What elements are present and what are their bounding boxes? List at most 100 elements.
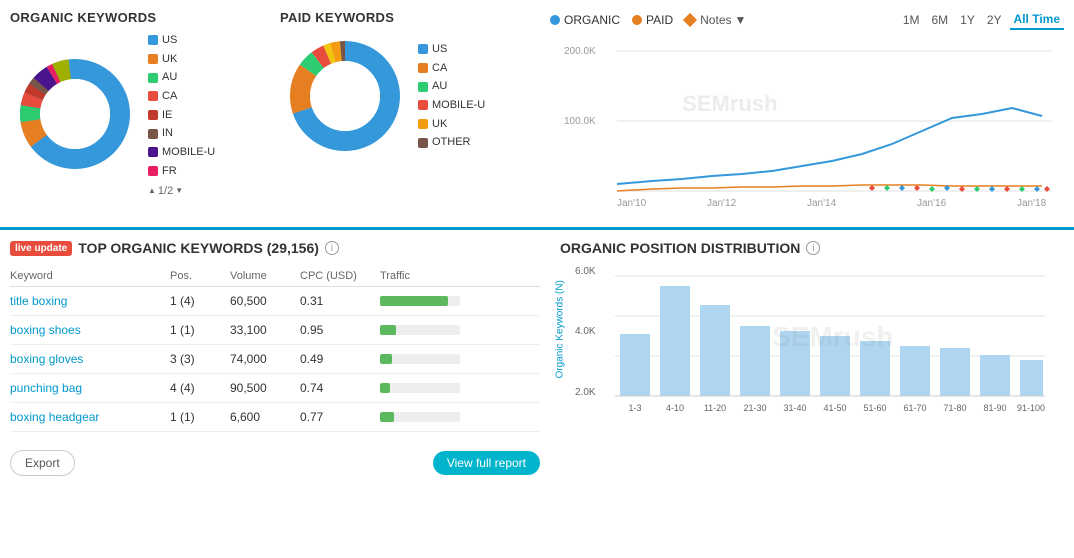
time-btn-1m[interactable]: 1M <box>899 10 924 30</box>
legend-item-in: IN <box>148 124 215 143</box>
legend-label-mobile: MOBILE-U <box>162 143 215 162</box>
svg-text:200.0K: 200.0K <box>564 46 596 57</box>
time-btn-2y[interactable]: 2Y <box>983 10 1006 30</box>
table-row: boxing headgear1 (1)6,6000.77 <box>10 403 540 432</box>
bar-4-10 <box>660 286 690 396</box>
bar-61-70 <box>900 346 930 396</box>
organic-legend-item: ORGANIC <box>550 13 620 27</box>
table-row: punching bag4 (4)90,5000.74 <box>10 374 540 403</box>
paid-legend-item-mobile: MOBILE-U <box>418 96 485 115</box>
keyword-cell: boxing gloves <box>10 345 170 374</box>
bar-chart-area: 6.0K 4.0K 2.0K SEMrush 1-3 <box>615 266 1064 449</box>
col-volume: Volume <box>230 266 300 287</box>
legend-label-us: US <box>162 31 177 50</box>
svg-text:91-100: 91-100 <box>1017 403 1045 413</box>
keywords-table: Keyword Pos. Volume CPC (USD) Traffic ti… <box>10 266 540 432</box>
paid-legend-dot-mobile <box>418 100 428 110</box>
legend-dot-in <box>148 129 158 139</box>
svg-text:Jan'18: Jan'18 <box>1017 198 1047 209</box>
notes-chevron-icon: ▼ <box>735 13 747 27</box>
traffic-bar <box>380 412 394 422</box>
position-dist-panel: ORGANIC POSITION DISTRIBUTION i Organic … <box>560 240 1064 548</box>
keywords-info-icon[interactable]: i <box>325 241 339 255</box>
legend-item-mobile: MOBILE-U <box>148 143 215 162</box>
time-btn-1y[interactable]: 1Y <box>956 10 979 30</box>
organic-donut-container: US UK AU CA <box>10 31 270 197</box>
traffic-cell <box>380 374 540 403</box>
paid-keywords-title: PAID KEYWORDS <box>280 10 540 25</box>
paid-circle <box>632 15 642 25</box>
legend-dot-mobile <box>148 147 158 157</box>
paid-legend-dot-us <box>418 44 428 54</box>
volume-cell: 33,100 <box>230 316 300 345</box>
svg-text:Jan'10: Jan'10 <box>617 198 647 209</box>
live-update-badge: live update <box>10 241 72 256</box>
legend-item-fr: FR <box>148 162 215 181</box>
keyword-cell: boxing headgear <box>10 403 170 432</box>
legend-dot-au <box>148 73 158 83</box>
col-cpc: CPC (USD) <box>300 266 380 287</box>
keywords-section-header: live update TOP ORGANIC KEYWORDS (29,156… <box>10 240 540 256</box>
table-row: title boxing1 (4)60,5000.31 <box>10 287 540 316</box>
paid-legend-dot-au <box>418 82 428 92</box>
organic-legend-label: ORGANIC <box>564 13 620 27</box>
pagination-triangle-up: ▲ <box>148 186 156 195</box>
table-row: boxing gloves3 (3)74,0000.49 <box>10 345 540 374</box>
cpc-cell: 0.77 <box>300 403 380 432</box>
paid-legend-dot-uk <box>418 119 428 129</box>
position-dist-info-icon[interactable]: i <box>806 241 820 255</box>
pagination-triangle-down: ▼ <box>175 186 183 195</box>
paid-legend-item-other: OTHER <box>418 133 485 152</box>
legend-item-uk: UK <box>148 50 215 69</box>
svg-text:31-40: 31-40 <box>783 403 806 413</box>
line-chart-panel: ORGANIC PAID Notes ▼ 1M 6M 1Y 2Y All Tim… <box>550 10 1064 217</box>
organic-keywords-title: ORGANIC KEYWORDS <box>10 10 270 25</box>
col-keyword: Keyword <box>10 266 170 287</box>
volume-cell: 90,500 <box>230 374 300 403</box>
svg-text:61-70: 61-70 <box>903 403 926 413</box>
cpc-cell: 0.95 <box>300 316 380 345</box>
col-pos: Pos. <box>170 266 230 287</box>
legend-label-ca: CA <box>162 87 177 106</box>
col-traffic: Traffic <box>380 266 540 287</box>
bar-31-40 <box>780 331 810 396</box>
traffic-bar <box>380 383 390 393</box>
legend-label-uk: UK <box>162 50 177 69</box>
legend-label-au: AU <box>162 68 177 87</box>
cpc-cell: 0.31 <box>300 287 380 316</box>
legend-label-ie: IE <box>162 106 172 125</box>
legend-dot-us <box>148 35 158 45</box>
keyword-link[interactable]: boxing shoes <box>10 323 81 337</box>
keyword-link[interactable]: title boxing <box>10 294 67 308</box>
bar-1-3 <box>620 334 650 396</box>
keywords-section-title: TOP ORGANIC KEYWORDS (29,156) <box>78 240 319 256</box>
svg-text:Jan'12: Jan'12 <box>707 198 737 209</box>
position-dist-header: ORGANIC POSITION DISTRIBUTION i <box>560 240 1064 256</box>
notes-diamond-icon <box>683 13 697 27</box>
export-button[interactable]: Export <box>10 450 75 476</box>
notes-button[interactable]: Notes ▼ <box>685 13 746 27</box>
keyword-link[interactable]: boxing gloves <box>10 352 83 366</box>
svg-text:11-20: 11-20 <box>704 403 726 413</box>
bar-71-80 <box>940 348 970 396</box>
y-label-2k: 2.0K <box>575 387 596 398</box>
svg-text:71-80: 71-80 <box>943 403 966 413</box>
keyword-link[interactable]: boxing headgear <box>10 410 99 424</box>
keyword-link[interactable]: punching bag <box>10 381 82 395</box>
paid-legend-label-mobile: MOBILE-U <box>432 96 485 115</box>
bar-51-60 <box>860 341 890 396</box>
time-btn-6m[interactable]: 6M <box>927 10 952 30</box>
time-btn-all[interactable]: All Time <box>1010 10 1064 30</box>
traffic-bar-container <box>380 296 460 306</box>
time-buttons: 1M 6M 1Y 2Y All Time <box>899 10 1064 30</box>
y-label-4k: 4.0K <box>575 326 596 337</box>
paid-legend-dot-ca <box>418 63 428 73</box>
y-axis-label: Organic Keywords (N) <box>555 348 566 378</box>
paid-legend-item-ca: CA <box>418 59 485 78</box>
svg-text:Jan'16: Jan'16 <box>917 198 947 209</box>
keywords-table-panel: live update TOP ORGANIC KEYWORDS (29,156… <box>10 240 540 548</box>
paid-legend-item-uk: UK <box>418 115 485 134</box>
svg-text:51-60: 51-60 <box>863 403 886 413</box>
view-full-report-button[interactable]: View full report <box>433 451 540 475</box>
svg-text:4-10: 4-10 <box>666 403 684 413</box>
